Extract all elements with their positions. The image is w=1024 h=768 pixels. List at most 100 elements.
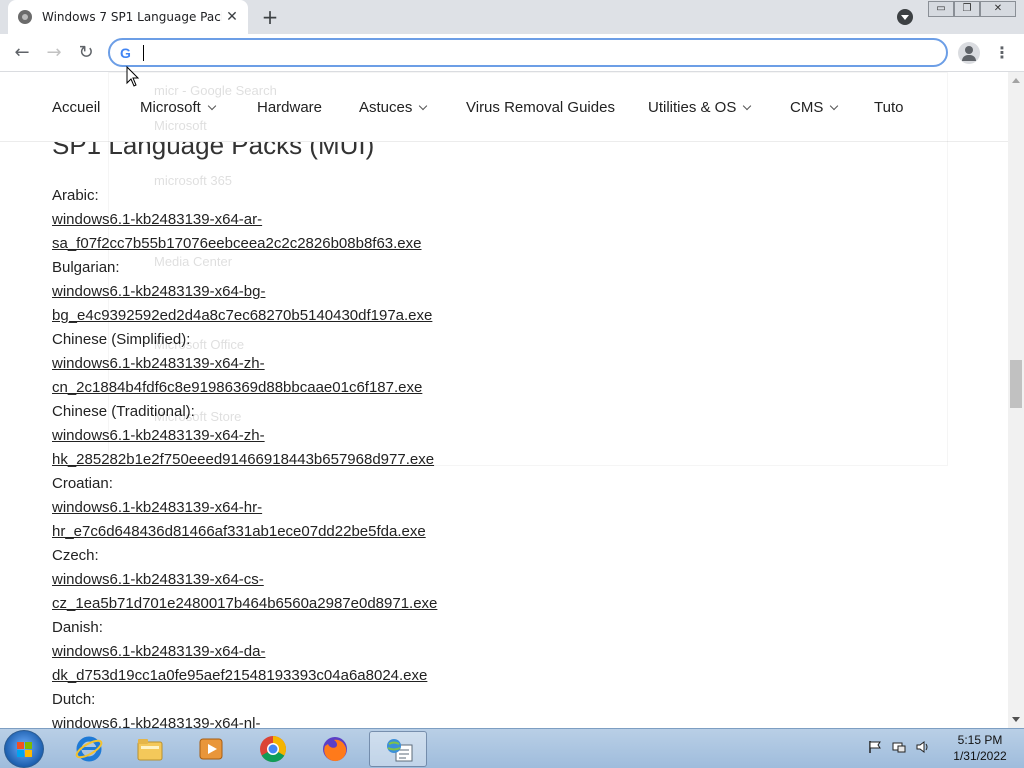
link-line: hk_285282b1e2f750eeed91466918443b657968d… bbox=[52, 451, 435, 468]
taskbar-network-app[interactable] bbox=[369, 731, 427, 767]
page-content: SP1 Language Packs (MUI) Arabic: windows… bbox=[0, 142, 1008, 728]
nav-label: Accueil bbox=[52, 99, 101, 116]
link-line: windows6.1-kb2483139-x64-ar- bbox=[52, 211, 263, 228]
nav-item-cms[interactable]: CMS bbox=[790, 99, 839, 116]
link-line: bg_e4c9392592ed2d4a8c7ec68270b5140430df1… bbox=[52, 307, 433, 324]
folder-icon bbox=[137, 739, 163, 761]
chevron-down-icon bbox=[830, 101, 839, 111]
chrome-icon bbox=[260, 736, 287, 763]
nav-label: Tuto bbox=[874, 99, 904, 116]
download-link[interactable]: windows6.1-kb2483139-x64-zh-cn_2c1884b4f… bbox=[52, 352, 612, 400]
browser-tab[interactable]: Windows 7 SP1 Language Packs ✕ bbox=[8, 0, 248, 34]
scroll-down-icon[interactable] bbox=[1012, 717, 1020, 722]
download-link[interactable]: windows6.1-kb2483139-x64-nl- bbox=[52, 712, 612, 728]
address-input[interactable] bbox=[146, 43, 936, 63]
link-line: dk_d753d19cc1a0fe95aef21548193393c04a6a8… bbox=[52, 667, 428, 684]
language-label: Chinese (Traditional): bbox=[52, 403, 195, 420]
action-center-flag-icon[interactable] bbox=[868, 740, 882, 754]
taskbar-internet-explorer[interactable] bbox=[60, 731, 118, 767]
tab-title: Windows 7 SP1 Language Packs bbox=[42, 10, 222, 24]
nav-item-tuto[interactable]: Tuto bbox=[874, 99, 903, 116]
reload-icon[interactable]: ↻ bbox=[75, 42, 97, 64]
browser-toolbar: ← → ↻ G ⋮ bbox=[0, 34, 1024, 72]
taskbar-firefox[interactable] bbox=[306, 731, 364, 767]
site-favicon-icon bbox=[18, 10, 32, 24]
close-tab-icon[interactable]: ✕ bbox=[224, 9, 240, 25]
download-link[interactable]: windows6.1-kb2483139-x64-ar-sa_f07f2cc7b… bbox=[52, 208, 612, 256]
scrollbar-thumb[interactable] bbox=[1010, 360, 1022, 408]
tab-strip: Windows 7 SP1 Language Packs ✕ + ▭ ❐ ✕ bbox=[0, 0, 1024, 34]
taskbar: 5:15 PM 1/31/2022 bbox=[0, 728, 1024, 768]
nav-item-hardware[interactable]: Hardware bbox=[257, 99, 322, 116]
link-line: windows6.1-kb2483139-x64-da- bbox=[52, 643, 266, 660]
taskbar-explorer[interactable] bbox=[121, 731, 179, 767]
network-app-icon bbox=[387, 739, 413, 762]
nav-label: Microsoft bbox=[140, 99, 201, 116]
tab-search-icon[interactable] bbox=[897, 9, 913, 25]
link-line: windows6.1-kb2483139-x64-nl- bbox=[52, 715, 261, 728]
nav-label: Hardware bbox=[257, 99, 323, 116]
language-label: Arabic: bbox=[52, 187, 99, 204]
nav-label: Virus Removal Guides bbox=[466, 99, 615, 116]
language-label: Czech: bbox=[52, 547, 99, 564]
chevron-down-icon bbox=[419, 101, 428, 111]
google-icon: G bbox=[120, 45, 131, 61]
page-scrollbar[interactable] bbox=[1008, 72, 1024, 728]
windows-logo-icon bbox=[17, 742, 33, 758]
minimize-button[interactable]: ▭ bbox=[928, 1, 954, 17]
profile-icon[interactable] bbox=[958, 42, 980, 64]
download-link[interactable]: windows6.1-kb2483139-x64-hr-hr_e7c6d6484… bbox=[52, 496, 612, 544]
taskbar-chrome[interactable] bbox=[244, 731, 302, 767]
language-label: Danish: bbox=[52, 619, 103, 636]
close-window-button[interactable]: ✕ bbox=[980, 1, 1016, 17]
link-line: sa_f07f2cc7b55b17076eebceea2c2c2826b08b8… bbox=[52, 235, 422, 252]
text-caret bbox=[143, 45, 144, 61]
system-tray bbox=[862, 733, 942, 763]
nav-item-microsoft[interactable]: Microsoft bbox=[140, 99, 217, 116]
link-line: windows6.1-kb2483139-x64-zh- bbox=[52, 427, 265, 444]
network-icon[interactable] bbox=[892, 740, 906, 754]
clock-date: 1/31/2022 bbox=[953, 749, 1007, 763]
link-line: cn_2c1884b4fdf6c8e91986369d88bbcaae01c6f… bbox=[52, 379, 423, 396]
firefox-icon bbox=[323, 737, 347, 762]
internet-explorer-icon bbox=[75, 736, 103, 762]
link-line: hr_e7c6d648436d81466af331ab1ece07dd22be5… bbox=[52, 523, 426, 540]
language-pack-list: Arabic: windows6.1-kb2483139-x64-ar-sa_f… bbox=[52, 184, 612, 728]
maximize-button[interactable]: ❐ bbox=[954, 1, 980, 17]
chevron-down-icon bbox=[743, 101, 752, 111]
system-clock[interactable]: 5:15 PM 1/31/2022 bbox=[940, 732, 1020, 764]
start-button[interactable] bbox=[4, 730, 44, 768]
language-label: Chinese (Simplified): bbox=[52, 331, 191, 348]
site-nav: Accueil Microsoft Hardware Astuces Virus… bbox=[0, 72, 1008, 142]
link-line: windows6.1-kb2483139-x64-cs- bbox=[52, 571, 264, 588]
nav-item-astuces[interactable]: Astuces bbox=[359, 99, 428, 116]
nav-item-utilities[interactable]: Utilities & OS bbox=[648, 99, 752, 116]
language-label: Croatian: bbox=[52, 475, 113, 492]
scroll-up-icon[interactable] bbox=[1012, 78, 1020, 83]
back-icon[interactable]: ← bbox=[11, 42, 33, 64]
taskbar-media-player[interactable] bbox=[182, 731, 240, 767]
download-link[interactable]: windows6.1-kb2483139-x64-cs-cz_1ea5b71d7… bbox=[52, 568, 612, 616]
nav-item-virus-removal[interactable]: Virus Removal Guides bbox=[466, 99, 615, 116]
download-link[interactable]: windows6.1-kb2483139-x64-da-dk_d753d19cc… bbox=[52, 640, 612, 688]
link-line: cz_1ea5b71d701e2480017b464b6560a2987e0d8… bbox=[52, 595, 438, 612]
forward-icon[interactable]: → bbox=[43, 42, 65, 64]
link-line: windows6.1-kb2483139-x64-hr- bbox=[52, 499, 263, 516]
new-tab-button[interactable]: + bbox=[260, 7, 280, 27]
media-player-icon bbox=[199, 738, 223, 760]
link-line: windows6.1-kb2483139-x64-zh- bbox=[52, 355, 265, 372]
download-link[interactable]: windows6.1-kb2483139-x64-zh-hk_285282b1e… bbox=[52, 424, 612, 472]
language-label: Bulgarian: bbox=[52, 259, 120, 276]
address-bar[interactable]: G bbox=[108, 38, 948, 67]
clock-time: 5:15 PM bbox=[957, 733, 1003, 747]
volume-icon[interactable] bbox=[916, 740, 930, 754]
link-line: windows6.1-kb2483139-x64-bg- bbox=[52, 283, 266, 300]
mouse-cursor-icon bbox=[126, 66, 140, 87]
nav-item-accueil[interactable]: Accueil bbox=[52, 99, 100, 116]
section-title: SP1 Language Packs (MUI) bbox=[52, 142, 375, 160]
menu-icon[interactable]: ⋮ bbox=[994, 42, 1010, 64]
download-link[interactable]: windows6.1-kb2483139-x64-bg-bg_e4c939259… bbox=[52, 280, 612, 328]
language-label: Dutch: bbox=[52, 691, 96, 708]
nav-label: Astuces bbox=[359, 99, 413, 116]
nav-label: Utilities & OS bbox=[648, 99, 737, 116]
